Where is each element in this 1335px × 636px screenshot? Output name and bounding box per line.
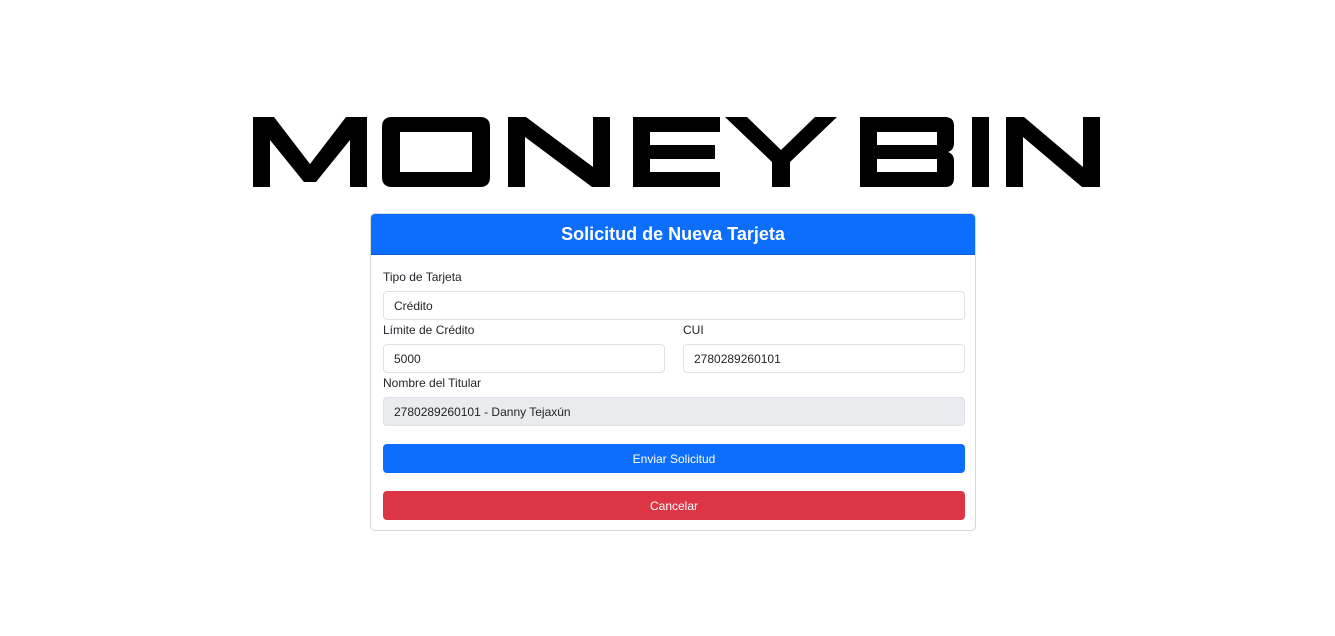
- holder-name-field: 2780289260101 - Danny Tejaxún: [383, 397, 965, 426]
- form-title: Solicitud de Nueva Tarjeta: [371, 214, 975, 255]
- holder-name-value: 2780289260101 - Danny Tejaxún: [394, 404, 571, 419]
- credit-limit-label: Límite de Crédito: [383, 323, 475, 337]
- cui-input[interactable]: 2780289260101: [683, 344, 965, 373]
- submit-request-label: Enviar Solicitud: [632, 451, 716, 466]
- cui-label: CUI: [683, 323, 704, 337]
- money-bin-logo: [250, 112, 1105, 192]
- cancel-button[interactable]: Cancelar: [383, 491, 965, 520]
- card-type-value: Crédito: [394, 298, 433, 313]
- submit-request-button[interactable]: Enviar Solicitud: [383, 444, 965, 473]
- cui-value: 2780289260101: [694, 351, 781, 366]
- holder-name-label: Nombre del Titular: [383, 376, 482, 390]
- cancel-label: Cancelar: [649, 498, 699, 513]
- new-card-request-form: Solicitud de Nueva Tarjeta Tipo de Tarje…: [370, 213, 976, 531]
- card-type-label: Tipo de Tarjeta: [383, 270, 462, 284]
- credit-limit-input[interactable]: 5000: [383, 344, 665, 373]
- logo-wordmark: [253, 117, 1100, 187]
- credit-limit-value: 5000: [394, 351, 421, 366]
- card-type-select[interactable]: Crédito: [383, 291, 965, 320]
- page: Solicitud de Nueva Tarjeta Tipo de Tarje…: [0, 0, 1335, 636]
